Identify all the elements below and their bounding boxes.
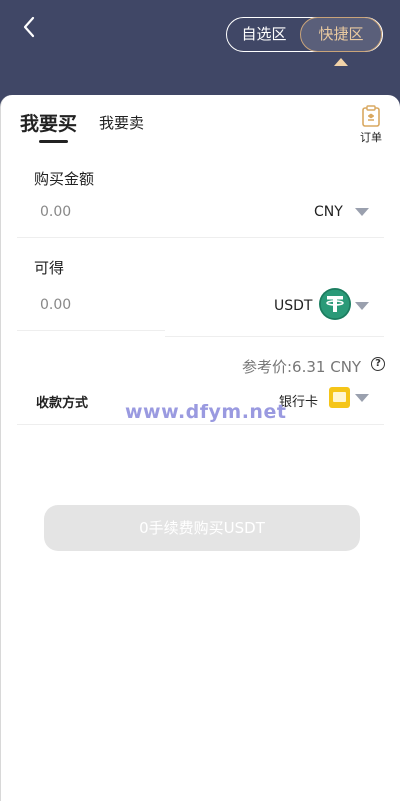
tether-icon: [319, 288, 351, 320]
orders-label: 订单: [360, 131, 382, 144]
bank-card-icon: [329, 387, 350, 408]
buy-currency-label: CNY: [314, 204, 343, 220]
question-circle-icon[interactable]: ?: [371, 357, 385, 371]
divider: [17, 424, 384, 425]
top-header: 自选区 快捷区: [0, 0, 400, 95]
orders-button[interactable]: 订单: [356, 105, 386, 145]
receive-input[interactable]: 0.00: [40, 297, 71, 313]
buy-amount-input[interactable]: 0.00: [40, 204, 71, 220]
trade-panel: 我要买 我要卖 订单 购买金额 0.00 CNY 可得 0.00 USDT 参考…: [0, 95, 400, 801]
payment-method-dropdown-icon[interactable]: [355, 394, 369, 402]
active-tab-indicator: [334, 58, 348, 66]
back-button[interactable]: [18, 14, 42, 40]
payment-method-label: 收款方式: [36, 396, 89, 411]
buy-currency-dropdown-icon[interactable]: [355, 208, 369, 216]
tab-self-select-zone[interactable]: 自选区: [227, 18, 301, 50]
clipboard-icon: [362, 105, 380, 127]
divider: [17, 237, 384, 238]
active-tab-underline: [39, 140, 68, 143]
reference-price: 参考价:6.31 CNY: [242, 358, 362, 376]
receive-label: 可得: [34, 259, 65, 277]
back-chevron-icon: [23, 16, 35, 38]
receive-currency-label: USDT: [274, 298, 313, 314]
mode-switch: 自选区 快捷区: [226, 16, 383, 52]
tab-buy[interactable]: 我要买: [20, 109, 77, 136]
tab-sell[interactable]: 我要卖: [99, 112, 144, 133]
receive-currency-dropdown-icon[interactable]: [355, 302, 369, 310]
buy-amount-label: 购买金额: [34, 170, 95, 188]
divider: [17, 330, 165, 331]
divider: [165, 336, 384, 337]
buy-submit-button[interactable]: 0手续费购买USDT: [44, 505, 360, 551]
tab-quick-zone[interactable]: 快捷区: [300, 16, 382, 52]
watermark: www.dfym.net: [125, 401, 287, 423]
